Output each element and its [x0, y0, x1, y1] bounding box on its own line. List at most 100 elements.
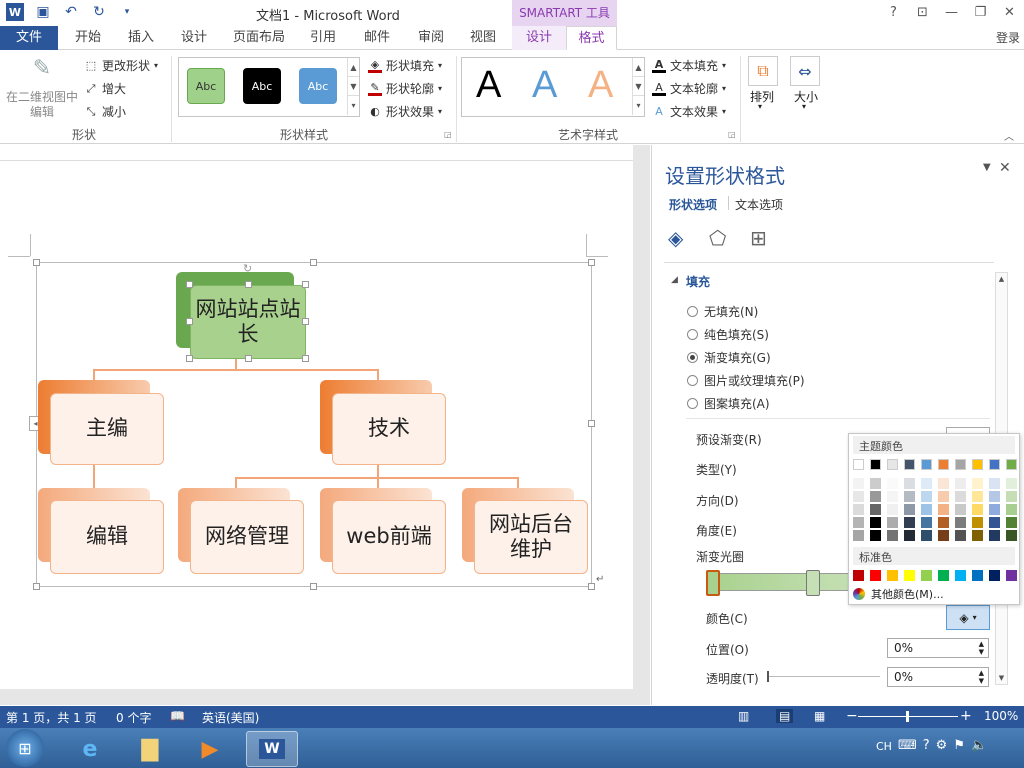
standard-color-swatch[interactable] [1006, 570, 1017, 581]
theme-shade-swatch[interactable] [972, 478, 983, 489]
undo-icon[interactable]: ↶ [62, 3, 80, 21]
shape-effects-button[interactable]: ◐ 形状效果 ▾ [368, 103, 442, 120]
start-button-icon[interactable]: ⊞ [6, 729, 44, 767]
help-circle-icon[interactable]: ? [923, 738, 930, 753]
customize-qat-icon[interactable]: ▾ [118, 3, 136, 21]
transparency-slider-thumb[interactable] [767, 671, 769, 682]
spinner-icon[interactable]: ▲ ▼ [979, 669, 984, 685]
theme-shade-swatch[interactable] [955, 491, 966, 502]
theme-shade-swatch[interactable] [887, 530, 898, 541]
color-picker-button[interactable]: ◈ ▾ [946, 605, 990, 630]
print-layout-icon[interactable]: ▤ [776, 709, 794, 723]
standard-color-swatch[interactable] [972, 570, 983, 581]
theme-shade-swatch[interactable] [887, 478, 898, 489]
wordart-styles-gallery[interactable]: A A A ▲ ▼ ▾ [461, 57, 645, 117]
rotate-handle-icon[interactable]: ↻ [243, 262, 252, 275]
theme-shade-swatch[interactable] [955, 530, 966, 541]
gallery-up-icon[interactable]: ▲ [347, 58, 359, 77]
theme-shade-swatch[interactable] [1006, 517, 1017, 528]
help-button[interactable]: ? [879, 0, 908, 24]
standard-color-swatch[interactable] [938, 570, 949, 581]
theme-shade-swatch[interactable] [853, 530, 864, 541]
wordart-style-blue[interactable]: A [532, 64, 557, 107]
shape-fill-button[interactable]: ◈ 形状填充 ▾ [368, 57, 442, 74]
ime-indicator[interactable]: CH [876, 740, 892, 753]
theme-shade-swatch[interactable] [989, 491, 1000, 502]
theme-shade-swatch[interactable] [870, 491, 881, 502]
tab-references[interactable]: 引用 [300, 26, 346, 50]
resize-handle[interactable] [186, 281, 193, 288]
collapse-ribbon-icon[interactable]: ︿ [1004, 128, 1014, 143]
smartart-node-frontend[interactable]: web前端 [332, 500, 446, 574]
tab-smartart-design[interactable]: 设计 [512, 26, 566, 50]
pane-close-icon[interactable]: ✕ [999, 160, 1011, 176]
zoom-level[interactable]: 100% [984, 709, 1018, 723]
dialog-launcher-icon[interactable]: ◲ [444, 130, 452, 139]
gallery-down-icon[interactable]: ▼ [632, 77, 644, 96]
theme-shade-swatch[interactable] [921, 530, 932, 541]
radio-gradient-fill[interactable]: 渐变填充(G) [687, 349, 771, 366]
gradient-stops-bar[interactable] [706, 573, 856, 591]
change-shape-button[interactable]: ⬚ 更改形状 ▾ [84, 57, 158, 74]
theme-color-swatch[interactable] [1006, 459, 1017, 470]
edit-2d-button[interactable]: 在二维视图中编辑 [4, 90, 80, 120]
tab-page-layout[interactable]: 页面布局 [228, 26, 290, 50]
smartart-node-backend[interactable]: 网站后台维护 [474, 500, 588, 574]
shape-styles-gallery[interactable]: Abc Abc Abc ▲ ▼ ▾ [178, 57, 360, 117]
resize-handle[interactable] [588, 420, 595, 427]
size-properties-icon[interactable]: ⊞ [750, 226, 774, 250]
theme-shade-swatch[interactable] [1006, 478, 1017, 489]
login-link[interactable]: 登录 [996, 29, 1020, 46]
transparency-field[interactable]: 0% ▲ ▼ [887, 667, 989, 687]
gradient-stop-selected[interactable] [706, 570, 720, 596]
theme-shade-swatch[interactable] [1006, 504, 1017, 515]
smartart-node-root[interactable]: 网站站点站长 [190, 285, 306, 359]
fill-section-header[interactable]: 填充 [686, 273, 710, 290]
standard-color-swatch[interactable] [853, 570, 864, 581]
tab-smartart-format[interactable]: 格式 [566, 26, 617, 50]
word-taskbar-icon[interactable]: W [246, 731, 298, 767]
resize-handle[interactable] [186, 318, 193, 325]
theme-shade-swatch[interactable] [921, 504, 932, 515]
theme-shade-swatch[interactable] [921, 478, 932, 489]
standard-color-swatch[interactable] [887, 570, 898, 581]
resize-handle[interactable] [588, 583, 595, 590]
tab-text-options[interactable]: 文本选项 [735, 196, 783, 213]
ribbon-display-icon[interactable]: ⊡ [908, 0, 937, 24]
theme-shade-swatch[interactable] [989, 478, 1000, 489]
shape-style-black[interactable]: Abc [243, 68, 281, 104]
minimize-icon[interactable]: — [937, 0, 966, 24]
shape-outline-button[interactable]: ✎ 形状轮廓 ▾ [368, 80, 442, 97]
zoom-out-icon[interactable]: − [846, 708, 858, 724]
tab-review[interactable]: 审阅 [408, 26, 454, 50]
theme-shade-swatch[interactable] [938, 504, 949, 515]
radio-solid-fill[interactable]: 纯色填充(S) [687, 326, 769, 343]
scroll-up-icon[interactable]: ▲ [995, 272, 1008, 286]
theme-shade-swatch[interactable] [887, 491, 898, 502]
theme-shade-swatch[interactable] [938, 517, 949, 528]
standard-color-swatch[interactable] [955, 570, 966, 581]
theme-shade-swatch[interactable] [955, 504, 966, 515]
tab-design[interactable]: 设计 [172, 26, 216, 50]
radio-pattern-fill[interactable]: 图案填充(A) [687, 395, 770, 412]
media-player-icon[interactable]: ▶ [184, 731, 236, 767]
resize-handle[interactable] [33, 583, 40, 590]
theme-color-swatch[interactable] [887, 459, 898, 470]
theme-shade-swatch[interactable] [904, 504, 915, 515]
tab-shape-options[interactable]: 形状选项 [669, 196, 717, 213]
gallery-up-icon[interactable]: ▲ [632, 58, 644, 77]
zoom-slider-thumb[interactable] [906, 711, 909, 722]
theme-shade-swatch[interactable] [921, 491, 932, 502]
gallery-more-icon[interactable]: ▾ [347, 96, 359, 115]
text-fill-button[interactable]: A 文本填充 ▾ [652, 57, 726, 74]
theme-color-swatch[interactable] [972, 459, 983, 470]
close-icon[interactable]: ✕ [995, 0, 1024, 24]
gallery-down-icon[interactable]: ▼ [347, 77, 359, 96]
theme-shade-swatch[interactable] [870, 504, 881, 515]
smartart-node-tech[interactable]: 技术 [332, 393, 446, 465]
theme-shade-swatch[interactable] [972, 504, 983, 515]
theme-shade-swatch[interactable] [955, 517, 966, 528]
theme-shade-swatch[interactable] [989, 517, 1000, 528]
theme-color-swatch[interactable] [921, 459, 932, 470]
resize-handle[interactable] [302, 281, 309, 288]
